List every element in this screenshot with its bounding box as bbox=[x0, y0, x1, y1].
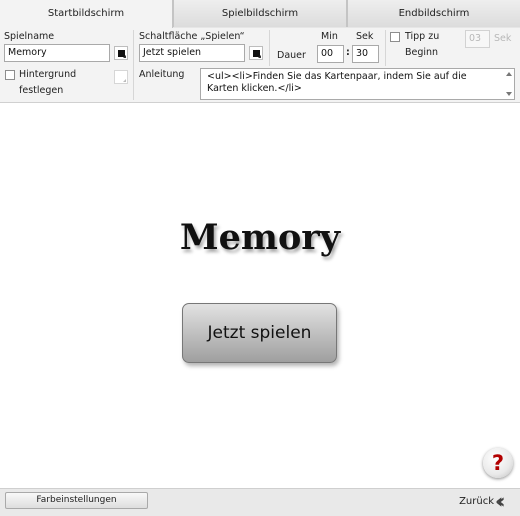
play-button-text-input[interactable]: Jetzt spielen bbox=[139, 44, 245, 62]
play-button-text-label: Schaltfläche „Spielen“ bbox=[139, 31, 245, 42]
divider bbox=[133, 30, 134, 100]
duration-sec-input[interactable]: 30 bbox=[352, 45, 379, 63]
footer-bar: Farbeinstellungen Zurück ‹‹ bbox=[0, 488, 520, 516]
duration-separator: : bbox=[346, 47, 350, 58]
duration-label: Dauer bbox=[277, 50, 306, 61]
instructions-textarea[interactable]: <ul><li>Finden Sie das Kartenpaar, indem… bbox=[200, 68, 515, 100]
play-button-color-button[interactable] bbox=[249, 46, 263, 60]
game-title: Memory bbox=[179, 217, 341, 258]
back-label[interactable]: Zurück bbox=[459, 496, 494, 507]
double-chevron-left-icon[interactable]: ‹‹ bbox=[495, 490, 515, 512]
tab-endbildschirm[interactable]: Endbildschirm bbox=[347, 0, 520, 27]
game-name-color-button[interactable] bbox=[114, 46, 128, 60]
start-screen-preview: Memory Jetzt spielen ? bbox=[0, 103, 520, 488]
help-icon[interactable]: ? bbox=[483, 448, 513, 478]
tip-seconds-input[interactable]: 03 bbox=[465, 30, 490, 48]
settings-panel: Spielname Memory Hintergrund festlegen S… bbox=[0, 28, 520, 103]
game-name-label: Spielname bbox=[4, 31, 55, 42]
tip-seconds-unit: Sek bbox=[494, 33, 512, 44]
duration-sec-label: Sek bbox=[356, 31, 374, 42]
background-checkbox[interactable] bbox=[5, 70, 15, 80]
instructions-text: <ul><li>Finden Sie das Kartenpaar, indem… bbox=[207, 71, 467, 94]
tip-checkbox[interactable] bbox=[390, 32, 400, 42]
dropdown-corner-icon bbox=[123, 79, 126, 82]
tab-bar: Startbildschirm Spielbildschirm Endbilds… bbox=[0, 0, 520, 29]
dropdown-corner-icon bbox=[123, 55, 126, 58]
background-color-button[interactable] bbox=[114, 70, 128, 84]
background-label-line1: Hintergrund bbox=[19, 69, 77, 80]
divider bbox=[385, 30, 386, 66]
instructions-label: Anleitung bbox=[139, 69, 185, 80]
game-name-input[interactable]: Memory bbox=[4, 44, 110, 62]
tab-startbildschirm[interactable]: Startbildschirm bbox=[0, 0, 173, 29]
scroll-up-icon[interactable] bbox=[506, 72, 512, 76]
tip-label-line1: Tipp zu bbox=[405, 31, 440, 42]
color-settings-button[interactable]: Farbeinstellungen bbox=[5, 492, 148, 509]
dropdown-corner-icon bbox=[258, 55, 261, 58]
divider bbox=[269, 30, 270, 66]
background-label-line2: festlegen bbox=[19, 85, 64, 96]
tab-spielbildschirm[interactable]: Spielbildschirm bbox=[173, 0, 347, 27]
duration-min-label: Min bbox=[321, 31, 338, 42]
scroll-down-icon[interactable] bbox=[506, 92, 512, 96]
play-button[interactable]: Jetzt spielen bbox=[182, 303, 337, 363]
duration-min-input[interactable]: 00 bbox=[317, 45, 344, 63]
tip-label-line2: Beginn bbox=[405, 47, 439, 58]
